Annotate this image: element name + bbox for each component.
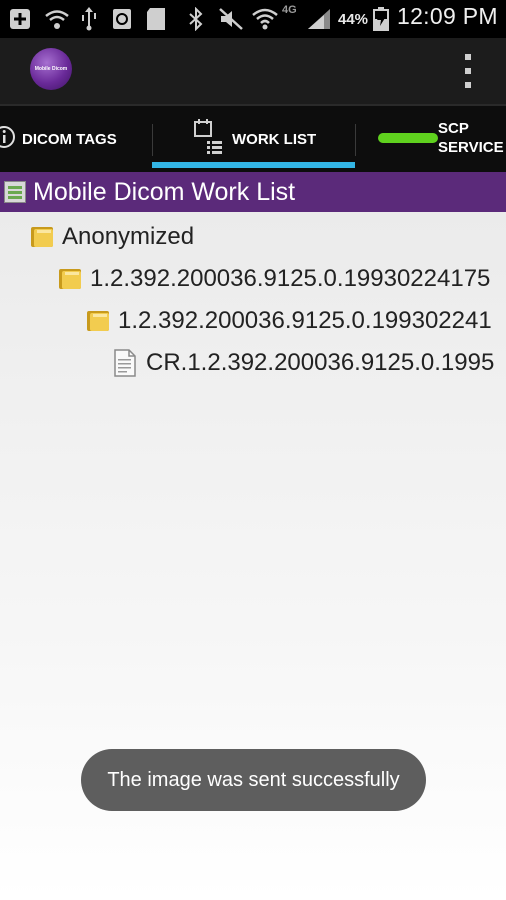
tab-label: WORK LIST [232, 131, 317, 148]
folder-icon [58, 266, 82, 290]
status-clock: 12:09 PM [397, 3, 498, 29]
selected-tab-indicator [152, 162, 355, 168]
tab-label-line2: SERVICE [438, 139, 504, 156]
bluetooth-icon [188, 7, 204, 31]
battery-percent: 44% [338, 11, 369, 28]
folder-icon [30, 224, 54, 248]
folder-icon [86, 308, 110, 332]
mute-icon [218, 7, 244, 31]
overflow-dot [465, 82, 471, 88]
tab-label: DICOM TAGS [22, 131, 117, 148]
app-logo-text: Mobile Dicom [34, 66, 68, 72]
tree-header[interactable]: Mobile Dicom Work List [0, 172, 506, 212]
network-type-label: 4G [282, 4, 297, 16]
tab-dicom-tags[interactable]: DICOM TAGS [0, 106, 152, 174]
status-bar: 4G 44% 12:09 PM [0, 0, 506, 38]
sd-card-icon [146, 7, 166, 31]
wifi-question-icon [44, 7, 70, 31]
overflow-menu-button[interactable] [458, 54, 478, 88]
overflow-dot [465, 54, 471, 60]
wifi-icon [252, 7, 278, 31]
add-notification-icon [8, 7, 32, 31]
recycle-icon [112, 7, 132, 31]
action-bar: Mobile Dicom [0, 38, 506, 104]
app-logo[interactable]: Mobile Dicom [30, 48, 72, 90]
battery-charging-icon [373, 7, 389, 31]
toast-message: The image was sent successfully [81, 749, 426, 811]
tree-item-label: CR.1.2.392.200036.9125.0.1995 [146, 349, 495, 376]
calendar-list-icon [193, 118, 227, 156]
file-icon [114, 349, 136, 377]
tab-label-line1: SCP [438, 120, 469, 137]
toast-text: The image was sent successfully [107, 768, 400, 791]
toggle-switch-icon [378, 132, 438, 144]
tree-item-label: 1.2.392.200036.9125.0.199302241 [118, 307, 492, 334]
info-icon [0, 125, 18, 149]
overflow-dot [465, 68, 471, 74]
usb-icon [80, 7, 98, 31]
signal-icon [306, 7, 332, 31]
tree-header-title: Mobile Dicom Work List [33, 178, 296, 206]
tree-item-label: 1.2.392.200036.9125.0.19930224175 [90, 265, 491, 292]
tree-root-list-icon [4, 181, 26, 203]
tree-item-label: Anonymized [62, 223, 195, 250]
tab-scp-service[interactable]: SCP SERVICE [356, 106, 506, 174]
